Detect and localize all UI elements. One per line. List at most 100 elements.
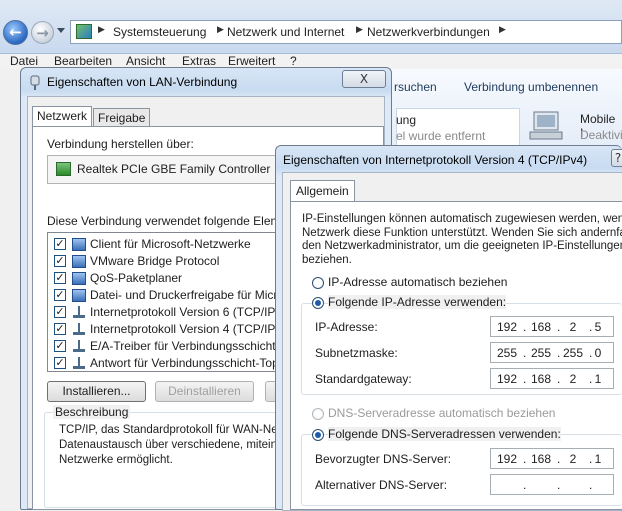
checkbox[interactable]: ✓ xyxy=(54,255,66,267)
network-card-icon xyxy=(56,162,71,176)
dns-manual-radio[interactable] xyxy=(312,429,324,441)
checkbox[interactable]: ✓ xyxy=(54,289,66,301)
list-item[interactable]: ✓ Internetprotokoll Version 6 (TCP/IPv6) xyxy=(48,304,277,321)
intro-line: den Netzwerkadministrator, um die geeign… xyxy=(302,240,622,252)
breadcrumb-systemsteuerung[interactable]: Systemsteuerung xyxy=(113,25,206,39)
ip-octet: 2 xyxy=(569,452,577,466)
components-listbox[interactable]: ✓ Client für Microsoft-Netzwerke ✓ VMwar… xyxy=(47,232,277,372)
alternate-dns-field[interactable]: . . . xyxy=(490,474,614,495)
chevron-right-icon[interactable]: ▶ xyxy=(499,25,506,35)
checkbox[interactable]: ✓ xyxy=(54,306,66,318)
checkbox[interactable]: ✓ xyxy=(54,272,66,284)
ip-manual-radio[interactable] xyxy=(312,297,324,309)
network-service-icon xyxy=(72,255,86,268)
ip-octet: 2 xyxy=(569,320,577,334)
connection-tile-title: ung xyxy=(396,113,417,127)
address-box[interactable]: ▶ Systemsteuerung ▶ Netzwerk und Interne… xyxy=(70,20,622,44)
ip-manual-label[interactable]: Folgende IP-Adresse verwenden: xyxy=(328,295,507,309)
description-line: TCP/IP, das Standardprotokoll für WAN-Ne… xyxy=(59,424,287,436)
list-item[interactable]: ✓ Datei- und Druckerfreigabe für Microso… xyxy=(48,287,276,304)
list-item[interactable]: ✓ VMware Bridge Protocol xyxy=(48,253,276,270)
protocol-icon xyxy=(72,357,86,370)
ipv4-help-button[interactable]: ? xyxy=(611,149,622,167)
ip-auto-label[interactable]: IP-Adresse automatisch beziehen xyxy=(328,275,507,289)
ip-octet: 168 xyxy=(530,372,552,386)
chevron-right-icon[interactable]: ▶ xyxy=(217,25,224,35)
protocol-icon xyxy=(72,323,86,336)
checkbox[interactable]: ✓ xyxy=(54,323,66,335)
list-item[interactable]: ✓ QoS-Paketplaner xyxy=(48,270,276,287)
search-toolbar-item[interactable]: rsuchen xyxy=(394,80,437,94)
computer-icon xyxy=(529,111,563,140)
ip-octet: 192 xyxy=(496,372,518,386)
mobile-connection-tile[interactable]: Mobile I Deaktivi xyxy=(574,108,622,148)
list-item[interactable]: ✓ Internetprotokoll Version 4 (TCP/IPv4) xyxy=(48,321,277,338)
back-button[interactable]: ← xyxy=(3,20,28,45)
lan-close-button[interactable]: X xyxy=(342,70,386,88)
gateway-label: Standardgateway: xyxy=(315,372,412,386)
ip-dot: . xyxy=(589,478,593,492)
ip-address-label: IP-Adresse: xyxy=(315,320,378,334)
ip-octet: 0 xyxy=(594,346,602,360)
tab-allgemein[interactable]: Allgemein xyxy=(290,180,355,202)
network-service-icon xyxy=(72,289,86,302)
rename-connection-button[interactable]: Verbindung umbenennen xyxy=(464,80,598,94)
breadcrumb-netzwerkverbindungen[interactable]: Netzwerkverbindungen xyxy=(367,25,490,39)
ip-dot: . xyxy=(557,478,561,492)
gateway-field[interactable]: 192 . 168 . 2 . 1 xyxy=(490,368,614,389)
list-item-label: Internetprotokoll Version 6 (TCP/IPv6) xyxy=(90,305,277,319)
ip-dot: . xyxy=(523,452,527,466)
history-dropdown-icon[interactable] xyxy=(57,28,65,33)
network-client-icon xyxy=(72,238,86,251)
preferred-dns-field[interactable]: 192 . 168 . 2 . 1 xyxy=(490,448,614,469)
ip-auto-radio[interactable] xyxy=(312,277,324,289)
description-text: TCP/IP, das Standardprotokoll für WAN-Ne… xyxy=(59,423,290,468)
ip-dot: . xyxy=(523,320,527,334)
list-item-label: VMware Bridge Protocol xyxy=(90,254,220,268)
list-item-label: Internetprotokoll Version 4 (TCP/IPv4) xyxy=(90,322,277,336)
connection-tile-status: el wurde entfernt xyxy=(396,129,486,143)
ipv4-intro-text: IP-Einstellungen können automatisch zuge… xyxy=(302,213,622,267)
forward-button[interactable]: → xyxy=(31,21,54,44)
ip-dot: . xyxy=(523,346,527,360)
connection-tile[interactable]: ung el wurde entfernt xyxy=(396,108,520,148)
protocol-icon xyxy=(72,306,86,319)
list-item[interactable]: ✓ Antwort für Verbindungsschicht-Topolog xyxy=(48,355,277,371)
ip-octet: 1 xyxy=(594,452,602,466)
list-item[interactable]: ✓ E/A-Treiber für Verbindungsschicht-Top xyxy=(48,338,276,355)
list-item-label: QoS-Paketplaner xyxy=(90,271,183,285)
list-item-label: Antwort für Verbindungsschicht-Topolog xyxy=(90,356,277,370)
subnet-label: Subnetzmaske: xyxy=(315,346,398,360)
checkbox[interactable]: ✓ xyxy=(54,357,66,369)
intro-line: Netzwerk diese Funktion unterstützt. Wen… xyxy=(302,226,622,239)
lan-dialog-title: Eigenschaften von LAN-Verbindung xyxy=(47,75,238,89)
checkbox[interactable]: ✓ xyxy=(54,340,66,352)
ip-octet: 192 xyxy=(496,452,518,466)
ip-address-field[interactable]: 192 . 168 . 2 . 5 xyxy=(490,316,614,337)
connect-using-label: Verbindung herstellen über: xyxy=(47,137,194,151)
breadcrumb-netzwerk-und-internet[interactable]: Netzwerk und Internet xyxy=(227,25,344,39)
protocol-icon xyxy=(72,340,86,353)
list-item-label: E/A-Treiber für Verbindungsschicht-Top xyxy=(90,339,276,353)
close-icon: X xyxy=(359,72,369,86)
items-label: Diese Verbindung verwendet folgende Elem… xyxy=(47,214,304,228)
list-item[interactable]: ✓ Client für Microsoft-Netzwerke xyxy=(48,236,276,253)
install-button[interactable]: Installieren... xyxy=(47,381,146,402)
ip-octet: 2 xyxy=(569,372,577,386)
dns-auto-radio[interactable] xyxy=(312,408,324,420)
dns-manual-label[interactable]: Folgende DNS-Serveradressen verwenden: xyxy=(328,427,561,441)
ip-octet: 192 xyxy=(496,320,518,334)
subnet-mask-field[interactable]: 255 . 255 . 255 . 0 xyxy=(490,342,614,363)
dns-auto-label[interactable]: DNS-Serveradresse automatisch beziehen xyxy=(328,406,555,420)
mobile-tile-status: Deaktivi xyxy=(580,128,622,142)
network-adapter-icon xyxy=(30,75,40,90)
uninstall-button[interactable]: Deinstallieren xyxy=(155,381,254,402)
checkbox[interactable]: ✓ xyxy=(54,238,66,250)
tab-freigabe[interactable]: Freigabe xyxy=(93,108,151,126)
ip-octet: 168 xyxy=(530,452,552,466)
chevron-right-icon[interactable]: ▶ xyxy=(356,25,363,35)
chevron-right-icon[interactable]: ▶ xyxy=(98,25,105,35)
ip-octet: 1 xyxy=(594,372,602,386)
ipv4-dialog-title: Eigenschaften von Internetprotokoll Vers… xyxy=(283,153,588,167)
tab-netzwerk[interactable]: Netzwerk xyxy=(32,106,93,127)
